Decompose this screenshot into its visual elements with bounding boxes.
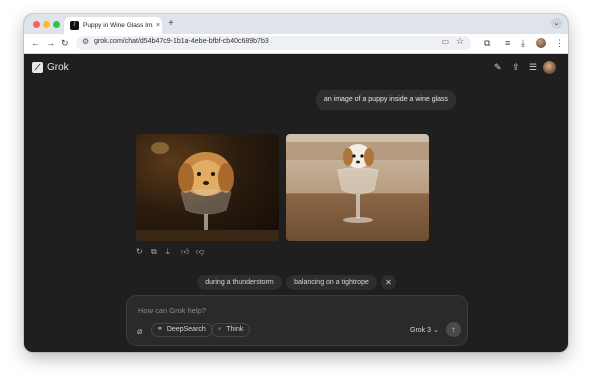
grok-logo-icon: ⟋: [32, 62, 43, 73]
think-button[interactable]: ♀ Think: [211, 323, 251, 337]
reload-icon[interactable]: ↻: [61, 37, 69, 49]
browser-window: / Puppy in Wine Glass Image G × + ⌄ ← → …: [24, 14, 568, 352]
lightbulb-icon: ♀: [217, 326, 223, 333]
regenerate-icon[interactable]: ↻: [136, 247, 143, 256]
thumbs-up-icon[interactable]: 👍︎: [181, 247, 189, 257]
close-window-button[interactable]: [33, 21, 40, 28]
suggestion-chip-2[interactable]: balancing on a tightrope: [286, 275, 377, 290]
think-label: Think: [226, 326, 244, 333]
thumbs-down-icon[interactable]: 👎︎: [196, 247, 204, 257]
deepsearch-label: DeepSearch: [166, 326, 206, 333]
history-icon[interactable]: ☰: [529, 62, 537, 73]
browser-tab[interactable]: / Puppy in Wine Glass Image G ×: [64, 17, 162, 34]
forward-arrow-icon[interactable]: →: [46, 37, 55, 49]
grok-favicon-icon: /: [70, 21, 79, 30]
user-avatar[interactable]: [543, 61, 556, 74]
site-info-icon[interactable]: ⚙: [82, 37, 89, 46]
new-tab-button[interactable]: +: [168, 18, 174, 29]
profile-avatar[interactable]: [536, 38, 546, 48]
tab-search-icon[interactable]: ⌄: [551, 18, 562, 29]
download-icon[interactable]: ⤓: [521, 37, 525, 49]
copy-icon[interactable]: ⧉: [151, 247, 157, 257]
extensions-icon[interactable]: ⧉: [484, 37, 490, 49]
address-bar[interactable]: ⚙ grok.com/chat/d54b47c9-1b1a-4ebe-bfbf-…: [76, 36, 471, 50]
attach-icon[interactable]: ⌀: [137, 326, 142, 337]
send-button[interactable]: ↑: [446, 322, 461, 337]
browser-toolbar: ← → ↻ ⚙ grok.com/chat/d54b47c9-1b1a-4ebe…: [24, 34, 568, 54]
grok-logo[interactable]: ⟋ Grok: [32, 62, 69, 73]
tab-close-icon[interactable]: ×: [156, 22, 160, 29]
model-selector[interactable]: Grok 3 ⌄: [410, 326, 439, 334]
minimize-window-button[interactable]: [43, 21, 50, 28]
chevron-down-icon: ⌄: [432, 327, 439, 334]
download-image-icon[interactable]: ⤓: [166, 247, 170, 257]
zoom-window-button[interactable]: [53, 21, 60, 28]
suggestion-chip-1[interactable]: during a thunderstorm: [197, 275, 282, 290]
composer: ⌀ ⚭ DeepSearch ♀ Think Grok 3 ⌄ ↑: [126, 295, 468, 346]
tab-strip: / Puppy in Wine Glass Image G × + ⌄: [24, 14, 568, 34]
user-message: an image of a puppy inside a wine glass: [316, 90, 456, 110]
arrow-up-icon: ↑: [451, 325, 456, 334]
generated-image-2[interactable]: [286, 134, 429, 241]
grok-app: ⟋ Grok ✎ ⇪ ☰ an image of a puppy inside …: [24, 54, 568, 352]
tab-title: Puppy in Wine Glass Image G: [83, 22, 153, 29]
model-label: Grok 3: [410, 327, 432, 334]
deepsearch-button[interactable]: ⚭ DeepSearch: [151, 323, 213, 337]
prompt-input[interactable]: [136, 302, 450, 318]
bookmark-star-icon[interactable]: ☆: [456, 36, 464, 47]
browser-menu-icon[interactable]: ⋮: [555, 37, 564, 49]
install-app-icon[interactable]: ▭: [441, 37, 449, 46]
generated-image-1[interactable]: [136, 134, 279, 241]
app-name: Grok: [47, 62, 69, 73]
share-icon[interactable]: ⇪: [512, 62, 520, 73]
back-arrow-icon[interactable]: ←: [31, 37, 40, 49]
deepsearch-icon: ⚭: [157, 326, 163, 333]
dismiss-suggestions-icon[interactable]: ✕: [381, 275, 396, 290]
url-text: grok.com/chat/d54b47c9-1b1a-4ebe-bfbf-cb…: [94, 38, 269, 45]
reading-list-icon[interactable]: ≡: [505, 37, 510, 49]
edit-icon[interactable]: ✎: [494, 62, 502, 73]
